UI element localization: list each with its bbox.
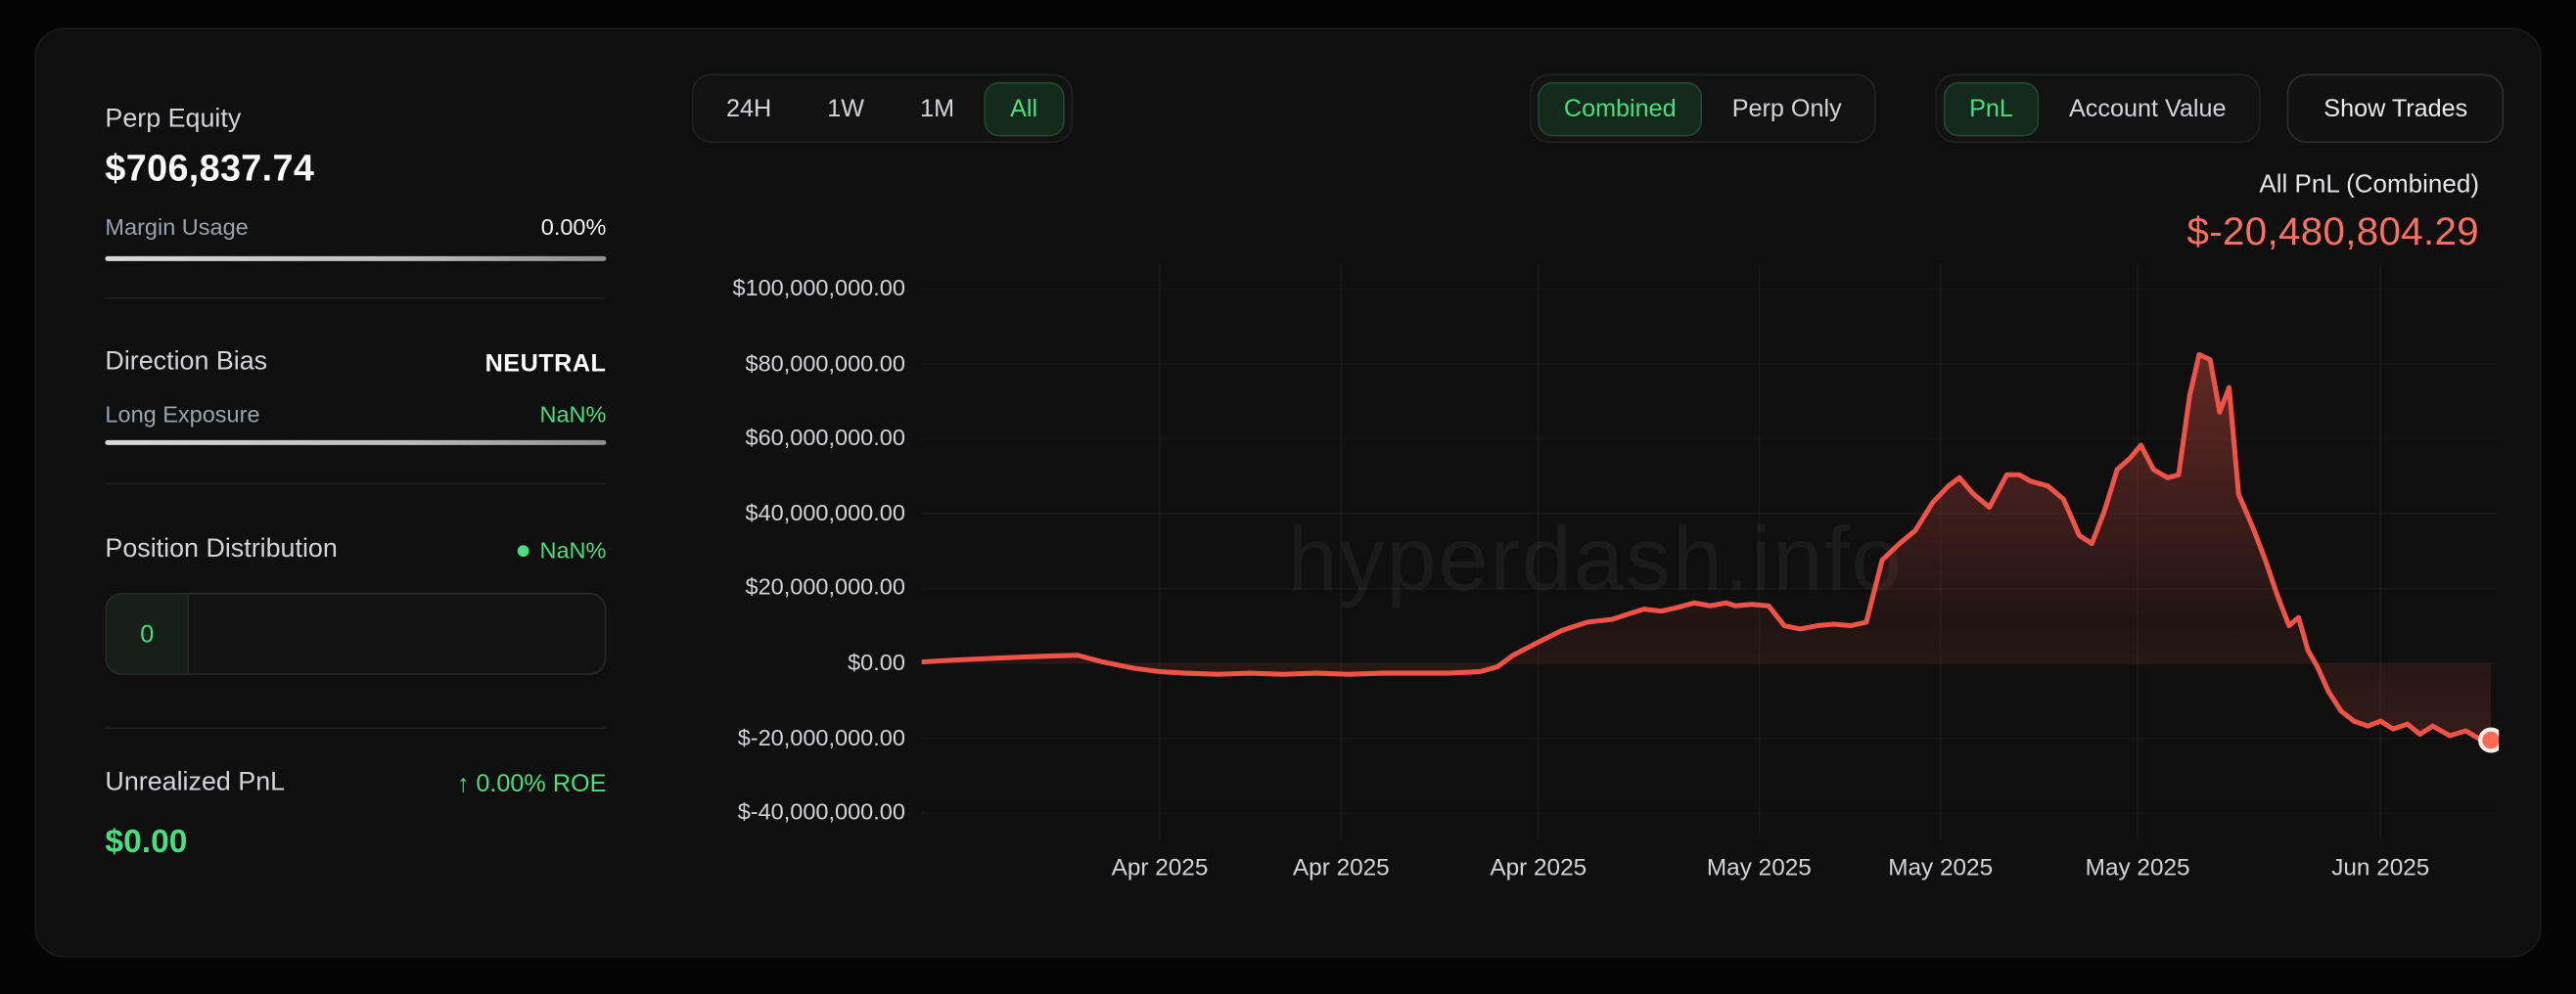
y-axis-label: $80,000,000.00 — [746, 349, 905, 376]
toggle-account-value[interactable]: Account Value — [2043, 81, 2252, 135]
dashboard: Perp Equity $706,837.74 Margin Usage 0.0… — [0, 0, 2576, 994]
toggle-combined[interactable]: Combined — [1538, 81, 1702, 135]
pnl-summary-label: All PnL (Combined) — [2187, 171, 2480, 201]
margin-usage-value: 0.00% — [541, 213, 607, 240]
x-axis-label: May 2025 — [1859, 856, 2023, 882]
direction-bias-label: Direction Bias — [105, 348, 267, 378]
margin-usage-bar — [105, 256, 606, 261]
pnl-chart[interactable] — [922, 264, 2499, 839]
perp-equity-label: Perp Equity — [105, 105, 241, 134]
long-exposure-value: NaN% — [539, 401, 606, 428]
x-axis: Apr 2025 Apr 2025 Apr 2025 May 2025 May 2025… — [922, 856, 2499, 892]
y-axis-label: $40,000,000.00 — [746, 499, 905, 525]
x-axis-label: May 2025 — [2055, 856, 2220, 882]
metric-toggle: PnL Account Value — [1935, 74, 2261, 144]
position-distribution-box: 0 — [105, 593, 606, 675]
tab-1m[interactable]: 1M — [894, 81, 981, 135]
tab-24h[interactable]: 24H — [700, 81, 798, 135]
divider — [105, 728, 606, 730]
divider — [105, 297, 606, 299]
x-axis-label: Apr 2025 — [1259, 856, 1423, 882]
source-toggle: Combined Perp Only — [1530, 74, 1876, 144]
divider — [105, 483, 606, 485]
pnl-summary: All PnL (Combined) $-20,480,804.29 — [2187, 171, 2480, 256]
dashboard-card: Perp Equity $706,837.74 Margin Usage 0.0… — [34, 28, 2542, 958]
position-distribution-value: NaN% — [517, 537, 606, 564]
y-axis-label: $60,000,000.00 — [746, 424, 905, 450]
position-distribution-label: Position Distribution — [105, 535, 337, 565]
long-exposure-bar — [105, 440, 606, 445]
range-tabs: 24H 1W 1M All — [692, 74, 1073, 144]
show-trades-button[interactable]: Show Trades — [2287, 74, 2504, 144]
y-axis-label: $100,000,000.00 — [732, 274, 904, 300]
unrealized-pnl-label: Unrealized PnL — [105, 769, 285, 798]
direction-bias-value: NEUTRAL — [485, 349, 607, 378]
x-axis-label: Jun 2025 — [2298, 856, 2462, 882]
long-exposure-label: Long Exposure — [105, 401, 259, 428]
green-dot-icon — [517, 545, 529, 557]
summary-panel: Perp Equity $706,837.74 Margin Usage 0.0… — [105, 29, 606, 956]
tab-all[interactable]: All — [984, 81, 1064, 135]
margin-usage-label: Margin Usage — [105, 213, 248, 240]
unrealized-pnl-value: $0.00 — [105, 825, 187, 863]
toggle-perp-only[interactable]: Perp Only — [1706, 81, 1868, 135]
y-axis-label: $-40,000,000.00 — [738, 798, 905, 825]
pnl-summary-value: $-20,480,804.29 — [2187, 210, 2480, 256]
tab-1w[interactable]: 1W — [801, 81, 890, 135]
arrow-up-icon: ↑ — [457, 769, 470, 797]
x-axis-label: Apr 2025 — [1456, 856, 1621, 882]
y-axis-label: $-20,000,000.00 — [738, 724, 905, 750]
distribution-segment: 0 — [107, 595, 189, 674]
x-axis-label: May 2025 — [1677, 856, 1841, 882]
y-axis-label: $20,000,000.00 — [746, 573, 905, 600]
y-axis: $100,000,000.00 $80,000,000.00 $60,000,000… — [700, 264, 905, 839]
perp-equity-value: $706,837.74 — [105, 148, 314, 191]
y-axis-label: $0.00 — [848, 649, 905, 675]
x-axis-label: Apr 2025 — [1078, 856, 1242, 882]
toggle-pnl[interactable]: PnL — [1943, 81, 2040, 135]
pnl-area-fill — [922, 354, 2491, 740]
unrealized-roe: ↑ 0.00% ROE — [457, 769, 607, 797]
last-point-marker — [2480, 730, 2499, 751]
